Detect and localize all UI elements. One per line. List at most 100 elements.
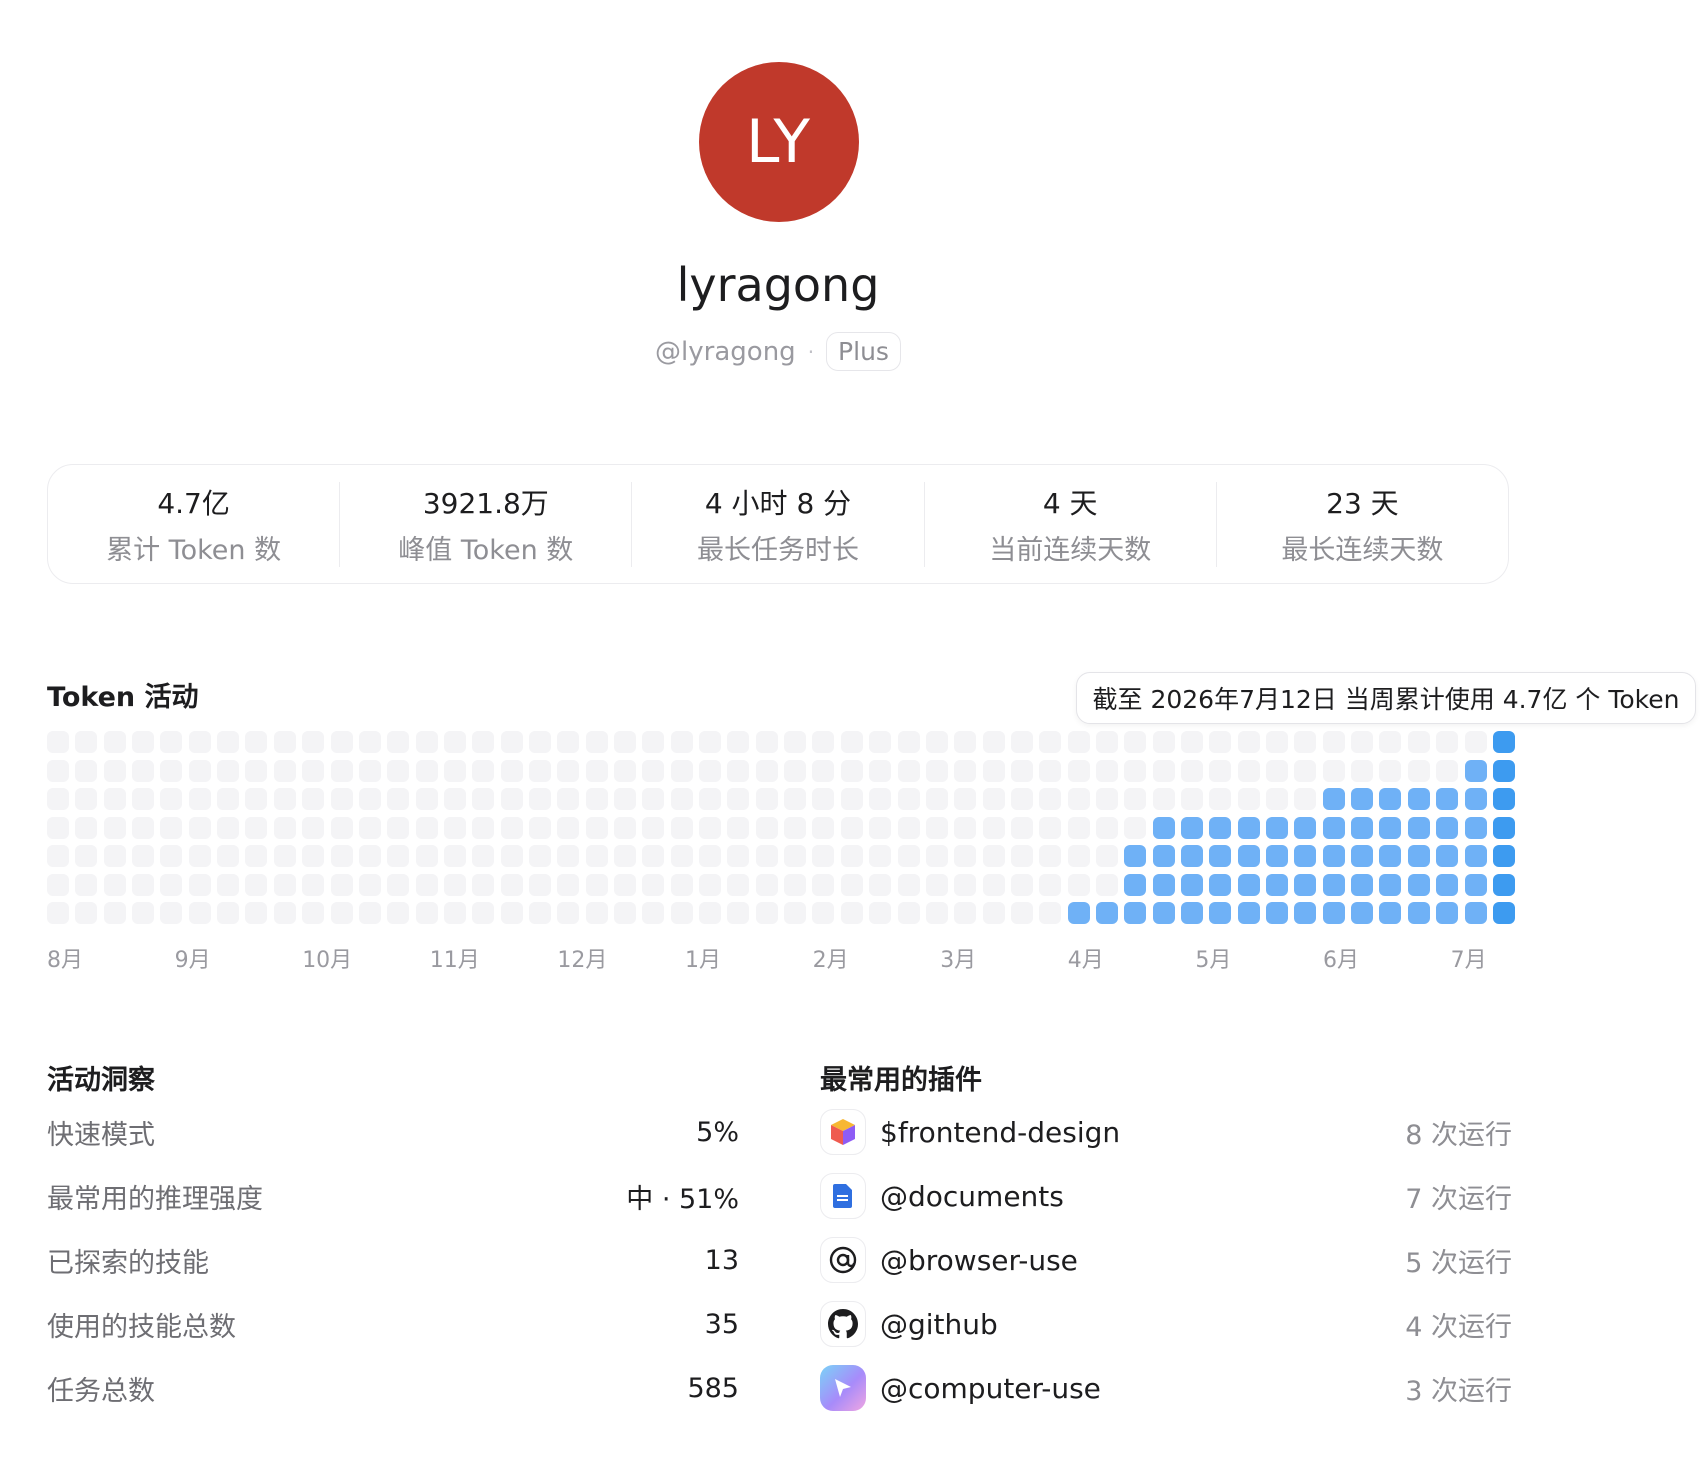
activity-cell[interactable]: [1407, 902, 1430, 924]
activity-cell[interactable]: [47, 845, 69, 867]
activity-cell[interactable]: [1124, 873, 1147, 896]
activity-cell[interactable]: [1095, 759, 1118, 782]
activity-cell[interactable]: [699, 788, 722, 810]
activity-cell[interactable]: [415, 873, 438, 896]
activity-cell[interactable]: [1124, 788, 1147, 810]
activity-cell[interactable]: [982, 731, 1005, 753]
activity-cell[interactable]: [925, 845, 948, 867]
activity-cell[interactable]: [840, 788, 863, 810]
activity-cell[interactable]: [1322, 845, 1345, 867]
activity-cell[interactable]: [812, 731, 835, 753]
activity-cell[interactable]: [1039, 873, 1062, 896]
activity-cell[interactable]: [1436, 731, 1459, 753]
activity-cell[interactable]: [528, 759, 551, 782]
activity-cell[interactable]: [1379, 788, 1402, 810]
activity-cell[interactable]: [642, 759, 665, 782]
activity-cell[interactable]: [1351, 902, 1374, 924]
activity-cell[interactable]: [358, 845, 381, 867]
activity-cell[interactable]: [1294, 816, 1317, 839]
activity-cell[interactable]: [217, 759, 240, 782]
activity-cell[interactable]: [642, 902, 665, 924]
activity-cell[interactable]: [1067, 759, 1090, 782]
activity-cell[interactable]: [415, 845, 438, 867]
activity-cell[interactable]: [869, 845, 892, 867]
activity-cell[interactable]: [1124, 816, 1147, 839]
activity-cell[interactable]: [925, 816, 948, 839]
activity-cell[interactable]: [840, 731, 863, 753]
activity-cell[interactable]: [1407, 873, 1430, 896]
activity-cell[interactable]: [103, 759, 126, 782]
activity-cell[interactable]: [1152, 902, 1175, 924]
activity-cell[interactable]: [302, 816, 325, 839]
activity-cell[interactable]: [1010, 902, 1033, 924]
activity-cell[interactable]: [330, 788, 353, 810]
activity-cell[interactable]: [1492, 788, 1515, 810]
activity-cell[interactable]: [472, 759, 495, 782]
activity-cell[interactable]: [727, 731, 750, 753]
activity-cell[interactable]: [47, 816, 69, 839]
activity-cell[interactable]: [415, 902, 438, 924]
activity-cell[interactable]: [330, 902, 353, 924]
activity-cell[interactable]: [925, 873, 948, 896]
activity-cell[interactable]: [330, 759, 353, 782]
activity-cell[interactable]: [1407, 788, 1430, 810]
activity-cell[interactable]: [132, 902, 155, 924]
activity-cell[interactable]: [1209, 902, 1232, 924]
activity-cell[interactable]: [557, 788, 580, 810]
activity-cell[interactable]: [273, 788, 296, 810]
activity-cell[interactable]: [1407, 731, 1430, 753]
activity-cell[interactable]: [954, 845, 977, 867]
activity-cell[interactable]: [1039, 731, 1062, 753]
activity-cell[interactable]: [528, 816, 551, 839]
activity-cell[interactable]: [47, 902, 69, 924]
activity-cell[interactable]: [812, 845, 835, 867]
activity-cell[interactable]: [1152, 816, 1175, 839]
activity-cell[interactable]: [387, 759, 410, 782]
activity-cell[interactable]: [188, 902, 211, 924]
activity-cell[interactable]: [1181, 816, 1203, 839]
activity-cell[interactable]: [869, 816, 892, 839]
activity-cell[interactable]: [1379, 845, 1402, 867]
activity-cell[interactable]: [784, 816, 807, 839]
activity-cell[interactable]: [642, 845, 665, 867]
activity-cell[interactable]: [1067, 873, 1090, 896]
activity-cell[interactable]: [358, 759, 381, 782]
activity-cell[interactable]: [1152, 788, 1175, 810]
activity-cell[interactable]: [1322, 873, 1345, 896]
activity-cell[interactable]: [528, 902, 551, 924]
activity-cell[interactable]: [670, 759, 693, 782]
activity-cell[interactable]: [954, 816, 977, 839]
activity-cell[interactable]: [1351, 788, 1374, 810]
activity-cell[interactable]: [1436, 759, 1459, 782]
activity-cell[interactable]: [869, 788, 892, 810]
activity-cell[interactable]: [925, 759, 948, 782]
activity-cell[interactable]: [1039, 845, 1062, 867]
activity-cell[interactable]: [1294, 902, 1317, 924]
activity-cell[interactable]: [472, 873, 495, 896]
activity-cell[interactable]: [1237, 816, 1260, 839]
activity-cell[interactable]: [614, 759, 636, 782]
activity-cell[interactable]: [1181, 788, 1203, 810]
activity-cell[interactable]: [1492, 845, 1515, 867]
activity-cell[interactable]: [755, 759, 778, 782]
activity-cell[interactable]: [1124, 902, 1147, 924]
activity-cell[interactable]: [188, 873, 211, 896]
activity-cell[interactable]: [245, 902, 268, 924]
activity-cell[interactable]: [897, 902, 920, 924]
activity-cell[interactable]: [1464, 873, 1487, 896]
activity-cell[interactable]: [330, 873, 353, 896]
activity-cell[interactable]: [1124, 845, 1147, 867]
activity-cell[interactable]: [670, 788, 693, 810]
activity-cell[interactable]: [1010, 788, 1033, 810]
activity-cell[interactable]: [1436, 902, 1459, 924]
activity-cell[interactable]: [217, 816, 240, 839]
activity-cell[interactable]: [387, 873, 410, 896]
activity-cell[interactable]: [75, 731, 98, 753]
activity-cell[interactable]: [954, 759, 977, 782]
activity-cell[interactable]: [1294, 845, 1317, 867]
activity-cell[interactable]: [1266, 845, 1289, 867]
activity-cell[interactable]: [1436, 816, 1459, 839]
activity-cell[interactable]: [755, 873, 778, 896]
activity-cell[interactable]: [642, 816, 665, 839]
activity-cell[interactable]: [1124, 731, 1147, 753]
